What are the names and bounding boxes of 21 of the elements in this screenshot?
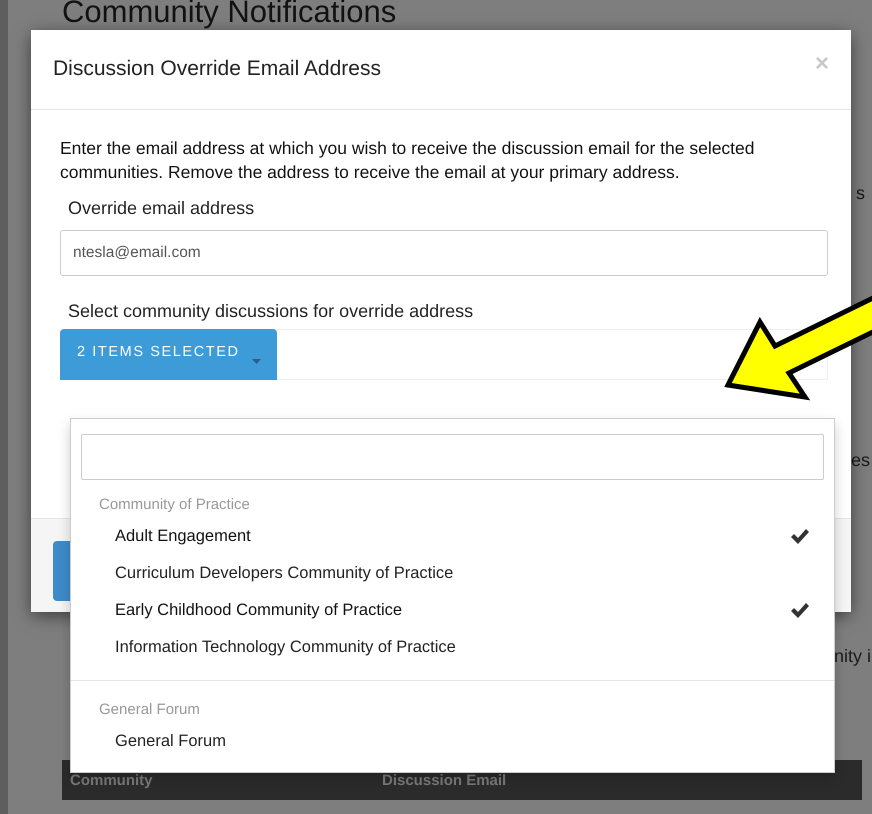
field-label: Select community discussions for override address (68, 301, 474, 322)
instructions-text: Enter the email address at which you wish to receive the discussion email for the selected communities. Remove the address to receive the email at your primary address. (60, 137, 756, 184)
option-item[interactable]: Curriculum Developers Community of Practice (81, 555, 824, 592)
group-header: Community of Practice (98, 495, 251, 515)
option-item[interactable]: General Forum (81, 723, 824, 760)
check-icon (790, 528, 810, 545)
field-label: Override email address (68, 198, 254, 219)
option-item[interactable]: Information Technology Community of Practice (81, 629, 824, 666)
search-field[interactable] (81, 434, 824, 480)
column-header: Community (70, 772, 154, 788)
group-header: General Forum (98, 700, 201, 720)
caret-icon (252, 359, 261, 364)
page-text: es (851, 450, 870, 471)
option-item[interactable]: Early Childhood Community of Practice (81, 592, 824, 629)
email-field[interactable]: ntesla@email.com (60, 230, 828, 276)
dialog-title: Discussion Override Email Address (53, 56, 381, 80)
page-text: s (856, 183, 865, 204)
page-text: nity i (834, 646, 872, 667)
check-icon (790, 602, 810, 619)
option-item[interactable]: Adult Engagement (81, 518, 824, 555)
column-header: Discussion Email (382, 772, 506, 788)
